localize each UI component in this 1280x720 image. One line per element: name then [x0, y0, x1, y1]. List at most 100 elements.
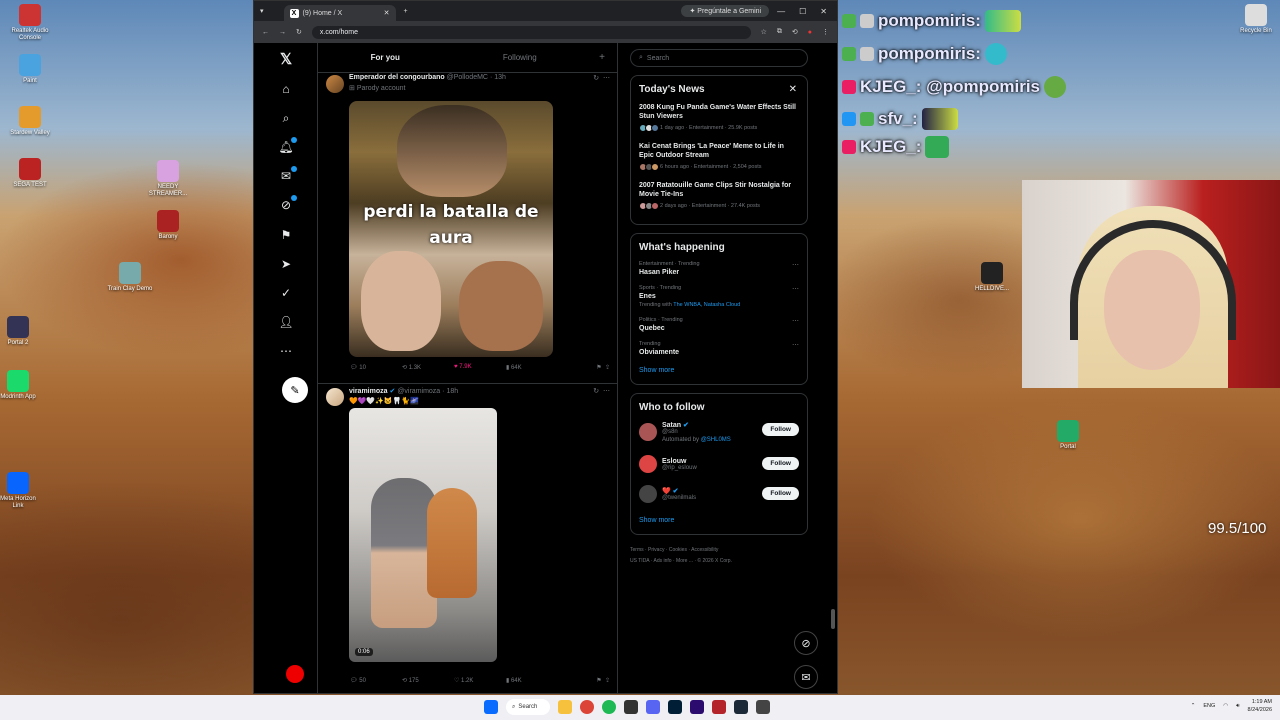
author-name[interactable]: Emperador del congourbano — [349, 74, 445, 81]
star-icon[interactable]: ☆ — [761, 28, 767, 36]
start-icon[interactable] — [484, 700, 498, 714]
desktop-icon[interactable]: SEGA TEST — [6, 158, 54, 189]
tweet-time[interactable]: 18h — [446, 388, 458, 395]
trend-item[interactable]: Trending Obviamente ⋯ — [639, 341, 799, 356]
desktop-icon[interactable]: Stardew Valley — [6, 106, 54, 137]
premiere-icon[interactable] — [690, 700, 704, 714]
browser-tab[interactable]: X (9) Home / X ✕ — [283, 5, 396, 21]
reply-button[interactable]: 💬︎ 10 — [350, 364, 402, 371]
profile-avatar-icon[interactable]: ● — [808, 29, 812, 36]
tweet-video[interactable]: 0:06 — [349, 408, 497, 662]
extensions-icon[interactable]: ⧉ — [777, 28, 782, 36]
bookmark-share-icons[interactable]: ⚑ ⇪ — [558, 677, 610, 684]
close-tab-icon[interactable]: ✕ — [384, 9, 390, 17]
search-icon[interactable]: ⌕ — [278, 110, 294, 126]
file-explorer-icon[interactable] — [558, 700, 572, 714]
author-handle[interactable]: @PollodeMC — [447, 74, 488, 81]
back-icon[interactable]: ← — [262, 29, 269, 36]
discord-icon[interactable] — [646, 700, 660, 714]
follow-suggestion[interactable]: Eslouw @rip_eslouw Follow — [639, 455, 799, 473]
desktop-icon[interactable]: Paint — [6, 54, 54, 85]
avatar[interactable] — [326, 75, 344, 93]
tweet-time[interactable]: 13h — [494, 74, 506, 81]
show-more-link[interactable]: Show more — [639, 515, 799, 530]
views-button[interactable]: ▮ 64K — [506, 364, 558, 371]
spotify-icon[interactable] — [602, 700, 616, 714]
url-field[interactable]: x.com/home — [311, 25, 751, 39]
grok-fab-icon[interactable]: ⊘ — [794, 631, 818, 655]
avatar[interactable] — [639, 455, 657, 473]
gemini-button[interactable]: ✦ Pregúntale a Gemini — [681, 5, 770, 17]
trend-item[interactable]: Sports · Trending Enes Trending with The… — [639, 285, 799, 308]
close-window-icon[interactable]: ✕ — [820, 7, 827, 16]
trend-item[interactable]: Entertainment · Trending Hasan Piker ⋯ — [639, 261, 799, 276]
like-button[interactable]: ♡ 1.2K — [454, 677, 506, 684]
tray-chevron-icon[interactable]: ⌃ — [1191, 703, 1196, 709]
follow-button[interactable]: Follow — [762, 487, 799, 500]
history-icon[interactable]: ⟲ — [792, 28, 798, 36]
scrollbar-thumb[interactable] — [831, 609, 835, 629]
repost-button[interactable]: ⟲ 175 — [402, 677, 454, 684]
wifi-icon[interactable]: ◠ — [1223, 703, 1228, 709]
app-icon[interactable] — [712, 700, 726, 714]
bookmark-share-icons[interactable]: ⚑ ⇪ — [558, 364, 610, 371]
steam-icon[interactable] — [734, 700, 748, 714]
tweet[interactable]: Emperador del congourbano @PollodeMC · 1… — [318, 71, 617, 381]
desktop-icon[interactable]: HELLDIVE... — [968, 262, 1016, 293]
chrome-icon[interactable] — [580, 700, 594, 714]
new-tab-icon[interactable]: + — [404, 8, 408, 15]
trend-more-icon[interactable]: ⋯ — [792, 261, 799, 269]
desktop-icon[interactable]: Recycle Bin — [1232, 4, 1280, 35]
grok-icon[interactable]: ⊘ — [278, 195, 297, 213]
tweet-more-icon[interactable]: ↻ ⋯ — [593, 74, 610, 82]
news-item[interactable]: 2007 Ratatouille Game Clips Stir Nostalg… — [639, 181, 799, 210]
trend-link[interactable]: The WNBA, Natasha Cloud — [673, 302, 740, 308]
show-more-link[interactable]: Show more — [639, 365, 799, 380]
tab-following[interactable]: Following — [453, 53, 588, 62]
like-button[interactable]: ♥ 7.9K — [454, 364, 506, 371]
scrollbar[interactable] — [831, 43, 835, 693]
reply-button[interactable]: 💬︎ 50 — [350, 677, 402, 684]
desktop-icon[interactable]: Barony — [144, 210, 192, 241]
minimize-icon[interactable]: — — [777, 7, 785, 16]
avatar[interactable] — [326, 388, 344, 406]
home-icon[interactable]: ⌂ — [278, 81, 294, 97]
tweet-more-icon[interactable]: ↻ ⋯ — [593, 387, 610, 395]
desktop-icon[interactable]: Portal — [1044, 420, 1092, 451]
photoshop-icon[interactable] — [668, 700, 682, 714]
automated-by-link[interactable]: @SHL0MS — [701, 437, 731, 443]
timeline-add-icon[interactable]: + — [587, 52, 617, 63]
news-item[interactable]: Kai Cenat Brings 'La Peace' Meme to Life… — [639, 142, 799, 171]
author-handle[interactable]: @viramimoza — [397, 388, 440, 395]
search-input[interactable]: ⌕ Search — [630, 49, 808, 67]
maximize-icon[interactable]: ☐ — [799, 7, 806, 16]
notifications-icon[interactable]: 🔔︎ — [278, 137, 297, 155]
trend-more-icon[interactable]: ⋯ — [792, 341, 799, 349]
forward-icon[interactable]: → — [279, 29, 286, 36]
compose-post-button[interactable]: ✎ — [282, 377, 308, 403]
avatar[interactable] — [639, 423, 657, 441]
more-icon[interactable]: ⋯ — [278, 343, 294, 359]
author-name[interactable]: viramimoza — [349, 388, 388, 395]
follow-button[interactable]: Follow — [762, 457, 799, 470]
app-icon[interactable] — [756, 700, 770, 714]
desktop-icon[interactable]: Realtek Audio Console — [6, 4, 54, 42]
messages-fab-icon[interactable]: ✉︎ — [794, 665, 818, 689]
clock[interactable]: 1:19 AM 8/24/2026 — [1248, 698, 1272, 714]
close-icon[interactable]: ✕ — [789, 84, 797, 95]
bookmarks-icon[interactable]: ⚑ — [278, 227, 294, 243]
follow-suggestion[interactable]: Satan ✔ @s8n Automated by @SHL0MS Follow — [639, 421, 799, 443]
reload-icon[interactable]: ↻ — [296, 28, 302, 36]
avatar[interactable] — [639, 485, 657, 503]
tweet-image[interactable]: perdi la batalla de aura — [349, 101, 553, 357]
desktop-icon[interactable]: NEEDY STREAMER... — [144, 160, 192, 198]
follow-suggestion[interactable]: ❤️ ✔ @twenilmals Follow — [639, 485, 799, 503]
profile-icon[interactable]: 👤︎ — [278, 314, 294, 330]
views-button[interactable]: ▮ 64K — [506, 677, 558, 684]
verified-icon[interactable]: ✓ — [278, 285, 294, 301]
follow-button[interactable]: Follow — [762, 423, 799, 436]
tab-for-you[interactable]: For you — [318, 53, 453, 62]
x-logo-icon[interactable]: 𝕏 — [278, 51, 294, 68]
volume-icon[interactable]: 🔊︎ — [1236, 703, 1239, 710]
desktop-icon[interactable]: Modrinth App — [0, 370, 42, 401]
